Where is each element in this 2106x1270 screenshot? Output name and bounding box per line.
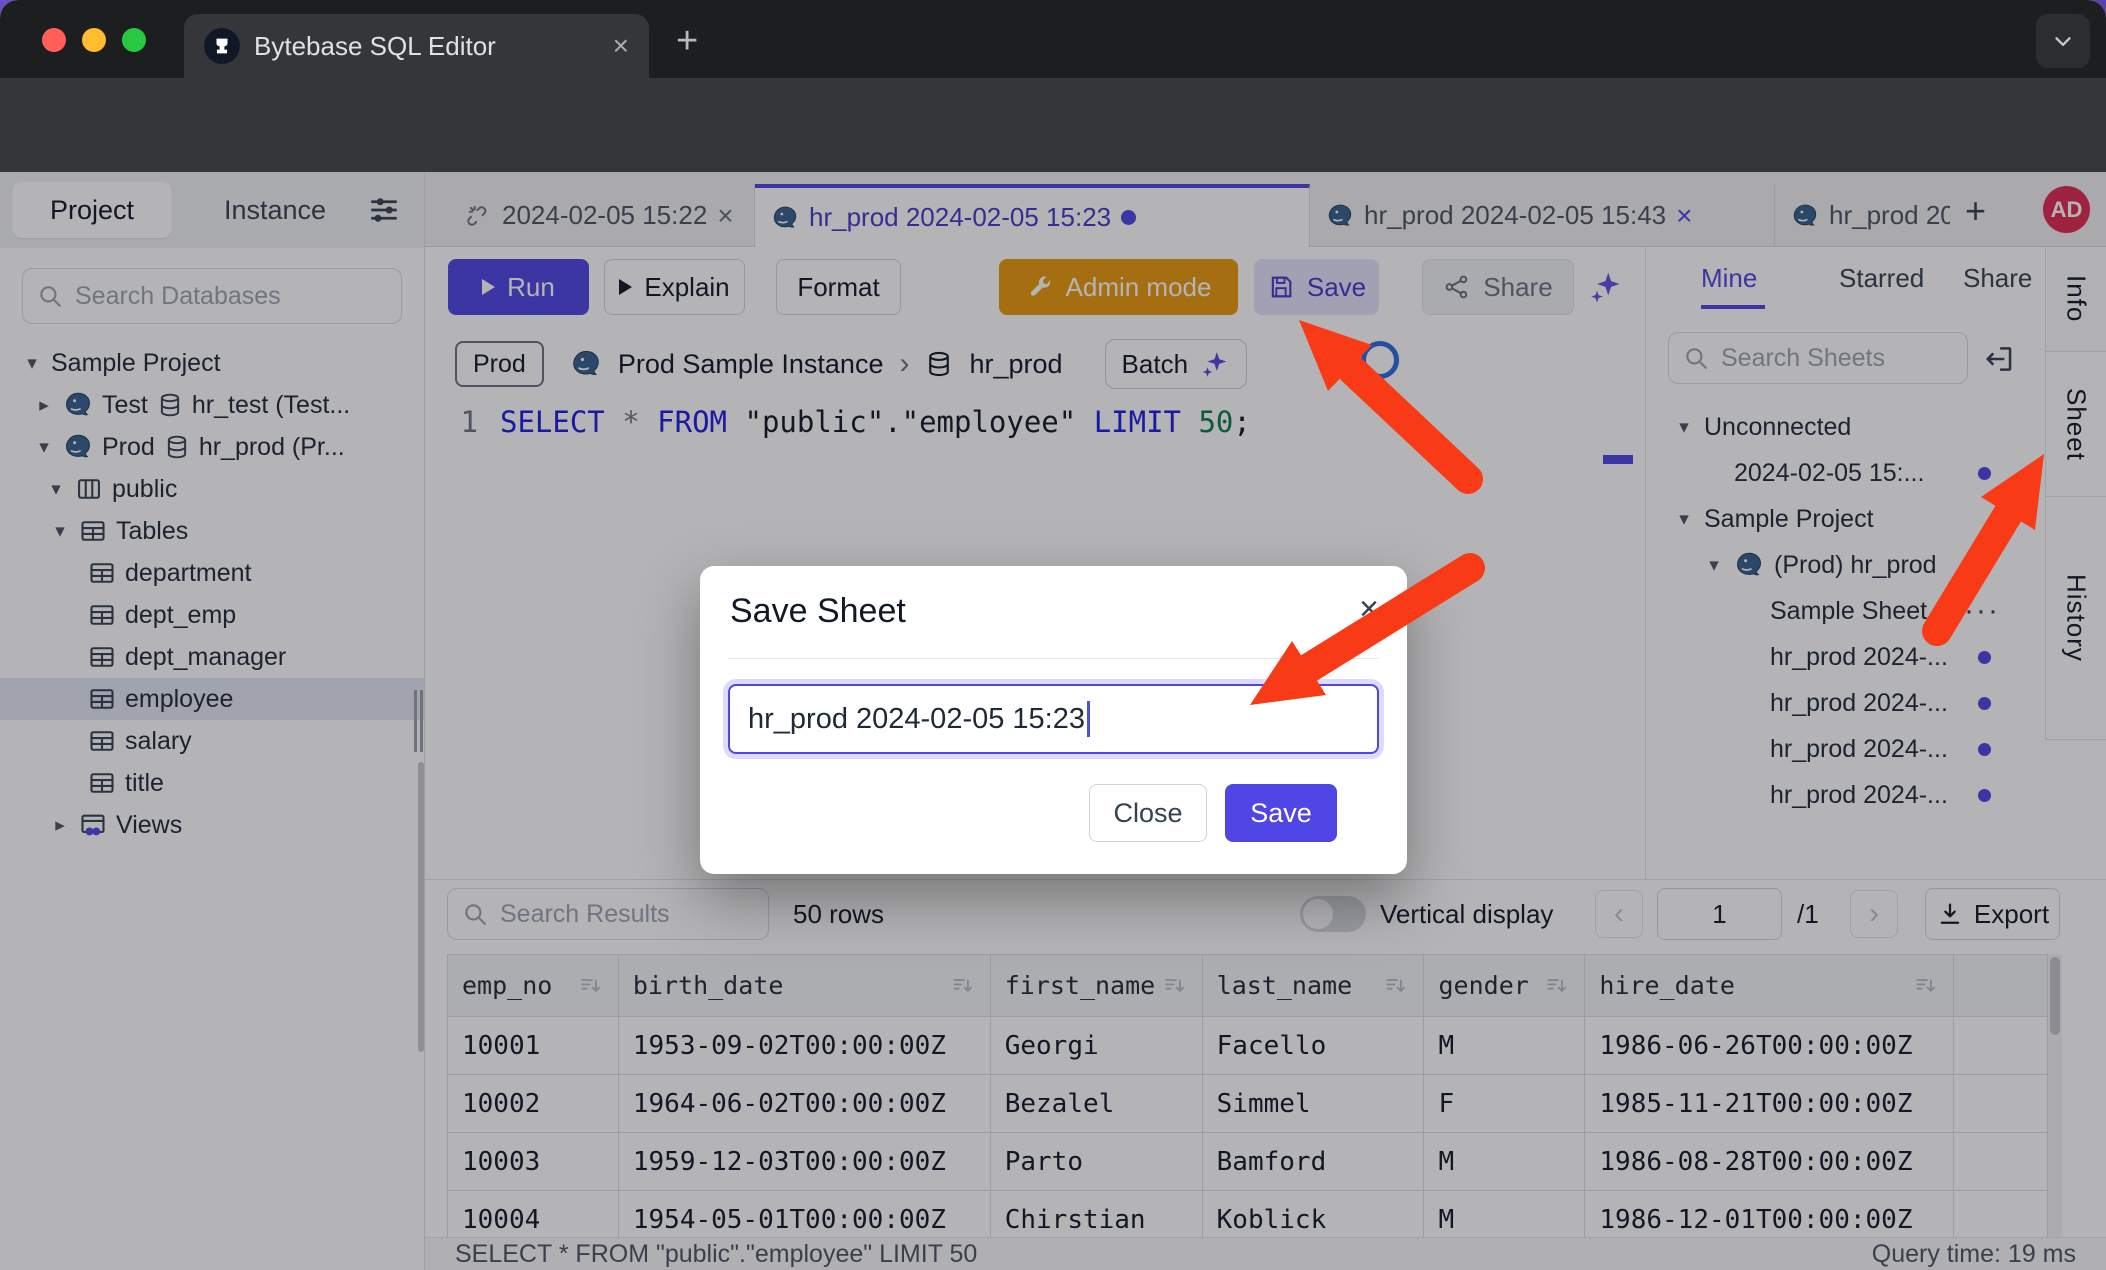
- macos-minimize-button[interactable]: [82, 28, 106, 52]
- bytebase-favicon: [204, 28, 240, 64]
- browser-tab-title: Bytebase SQL Editor: [254, 31, 599, 62]
- bytebase-app: Project Instance ▾ Sample Project ▸ Test: [0, 172, 2106, 1270]
- close-icon[interactable]: ×: [1359, 590, 1379, 629]
- chevron-down-icon: [2050, 28, 2076, 54]
- dialog-save-button[interactable]: Save: [1225, 784, 1337, 842]
- browser-tab[interactable]: Bytebase SQL Editor ×: [184, 14, 649, 78]
- browser-toolbar: localhost:8080/sql-editor/prod-sample-in…: [0, 78, 2106, 172]
- text-caret: [1087, 701, 1090, 737]
- sheet-name-value: hr_prod 2024-02-05 15:23: [748, 703, 1085, 736]
- macos-close-button[interactable]: [42, 28, 66, 52]
- browser-window: Bytebase SQL Editor × + localhost:8080/s…: [0, 0, 2106, 1270]
- tab-search-chevron-button[interactable]: [2036, 14, 2090, 68]
- browser-tab-close-icon[interactable]: ×: [613, 32, 629, 60]
- browser-new-tab-button[interactable]: +: [676, 22, 698, 60]
- sheet-name-input[interactable]: hr_prod 2024-02-05 15:23: [728, 684, 1379, 754]
- browser-chrome: Bytebase SQL Editor × + localhost:8080/s…: [0, 0, 2106, 172]
- dialog-close-button[interactable]: Close: [1089, 784, 1207, 842]
- dialog-title: Save Sheet: [730, 592, 906, 631]
- save-sheet-dialog: Save Sheet × hr_prod 2024-02-05 15:23 Cl…: [700, 566, 1407, 874]
- divider: [728, 658, 1379, 659]
- macos-zoom-button[interactable]: [122, 28, 146, 52]
